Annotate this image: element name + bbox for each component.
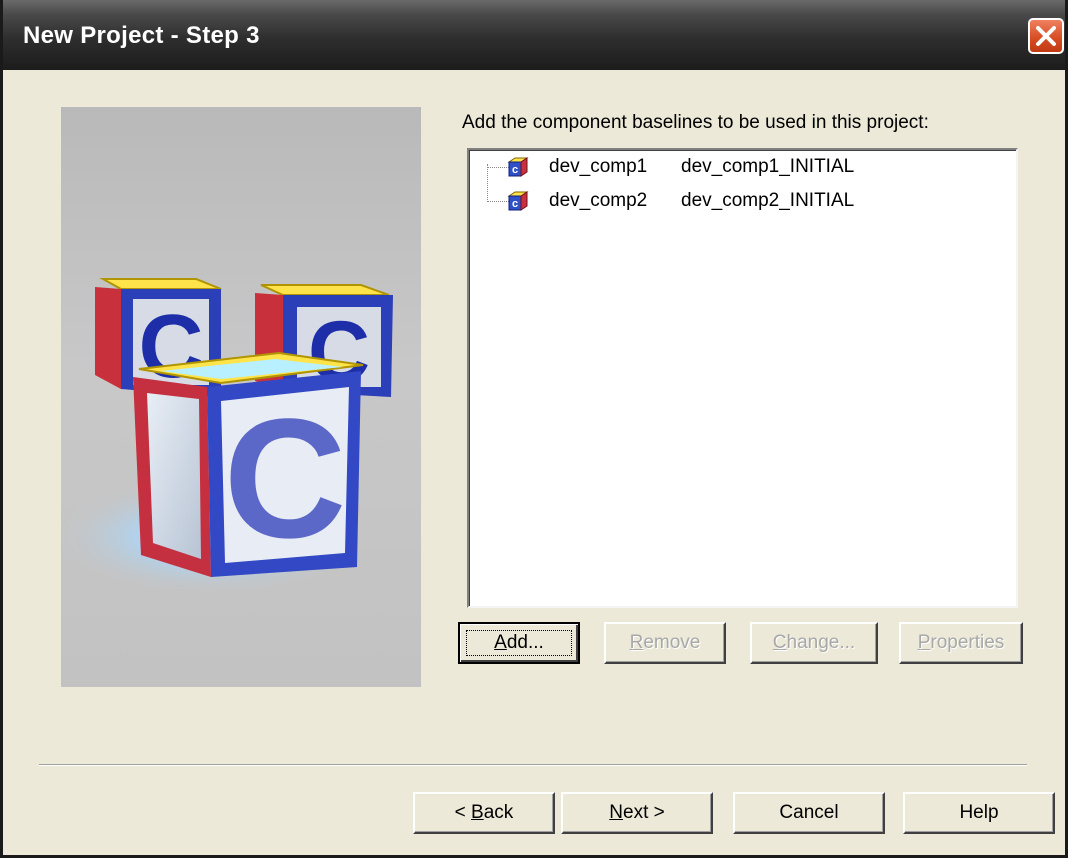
tree-connector bbox=[487, 201, 509, 202]
help-button[interactable]: Help bbox=[903, 792, 1055, 834]
svg-text:c: c bbox=[512, 164, 518, 176]
title-bar[interactable]: New Project - Step 3 bbox=[3, 0, 1065, 70]
footer-separator bbox=[39, 764, 1027, 766]
cancel-button-label: Cancel bbox=[779, 802, 839, 823]
component-name: dev_comp1 bbox=[549, 156, 648, 177]
tree-item-dev-comp1[interactable]: c dev_comp1 dev_comp1_INITIAL bbox=[469, 154, 1009, 180]
component-name: dev_comp2 bbox=[549, 190, 648, 211]
remove-button[interactable]: Remove bbox=[604, 622, 726, 664]
back-button[interactable]: < Back bbox=[413, 792, 555, 834]
window-title: New Project - Step 3 bbox=[23, 22, 260, 49]
component-icon: c bbox=[507, 191, 529, 211]
block-front: C bbox=[133, 351, 364, 577]
back-button-label: < Back bbox=[454, 802, 514, 823]
close-icon bbox=[1036, 26, 1056, 46]
cancel-button[interactable]: Cancel bbox=[733, 792, 885, 834]
baselines-prompt-label: Add the component baselines to be used i… bbox=[462, 112, 929, 133]
new-project-dialog: New Project - Step 3 C C C Add the compo… bbox=[0, 0, 1068, 858]
properties-button[interactable]: Properties bbox=[899, 622, 1023, 664]
component-baselines-tree[interactable]: c dev_comp1 dev_comp1_INITIAL c dev_comp… bbox=[467, 148, 1018, 608]
component-baseline: dev_comp1_INITIAL bbox=[681, 156, 855, 177]
remove-button-label: Remove bbox=[629, 632, 701, 653]
focus-ring bbox=[466, 630, 572, 656]
help-button-label: Help bbox=[959, 802, 999, 823]
svg-text:C: C bbox=[224, 384, 347, 574]
change-button[interactable]: Change... bbox=[750, 622, 878, 664]
close-button[interactable] bbox=[1028, 18, 1064, 54]
component-baseline: dev_comp2_INITIAL bbox=[681, 190, 855, 211]
next-button-label: Next > bbox=[609, 802, 665, 823]
clearcase-blocks-illustration: C C C bbox=[51, 107, 421, 687]
properties-button-label: Properties bbox=[917, 632, 1005, 653]
tree-connector bbox=[487, 167, 509, 168]
change-button-label: Change... bbox=[772, 632, 856, 653]
add-button[interactable]: Add... bbox=[458, 622, 580, 664]
next-button[interactable]: Next > bbox=[561, 792, 713, 834]
svg-text:c: c bbox=[512, 198, 518, 210]
component-icon: c bbox=[507, 157, 529, 177]
tree-item-dev-comp2[interactable]: c dev_comp2 dev_comp2_INITIAL bbox=[469, 188, 1009, 214]
